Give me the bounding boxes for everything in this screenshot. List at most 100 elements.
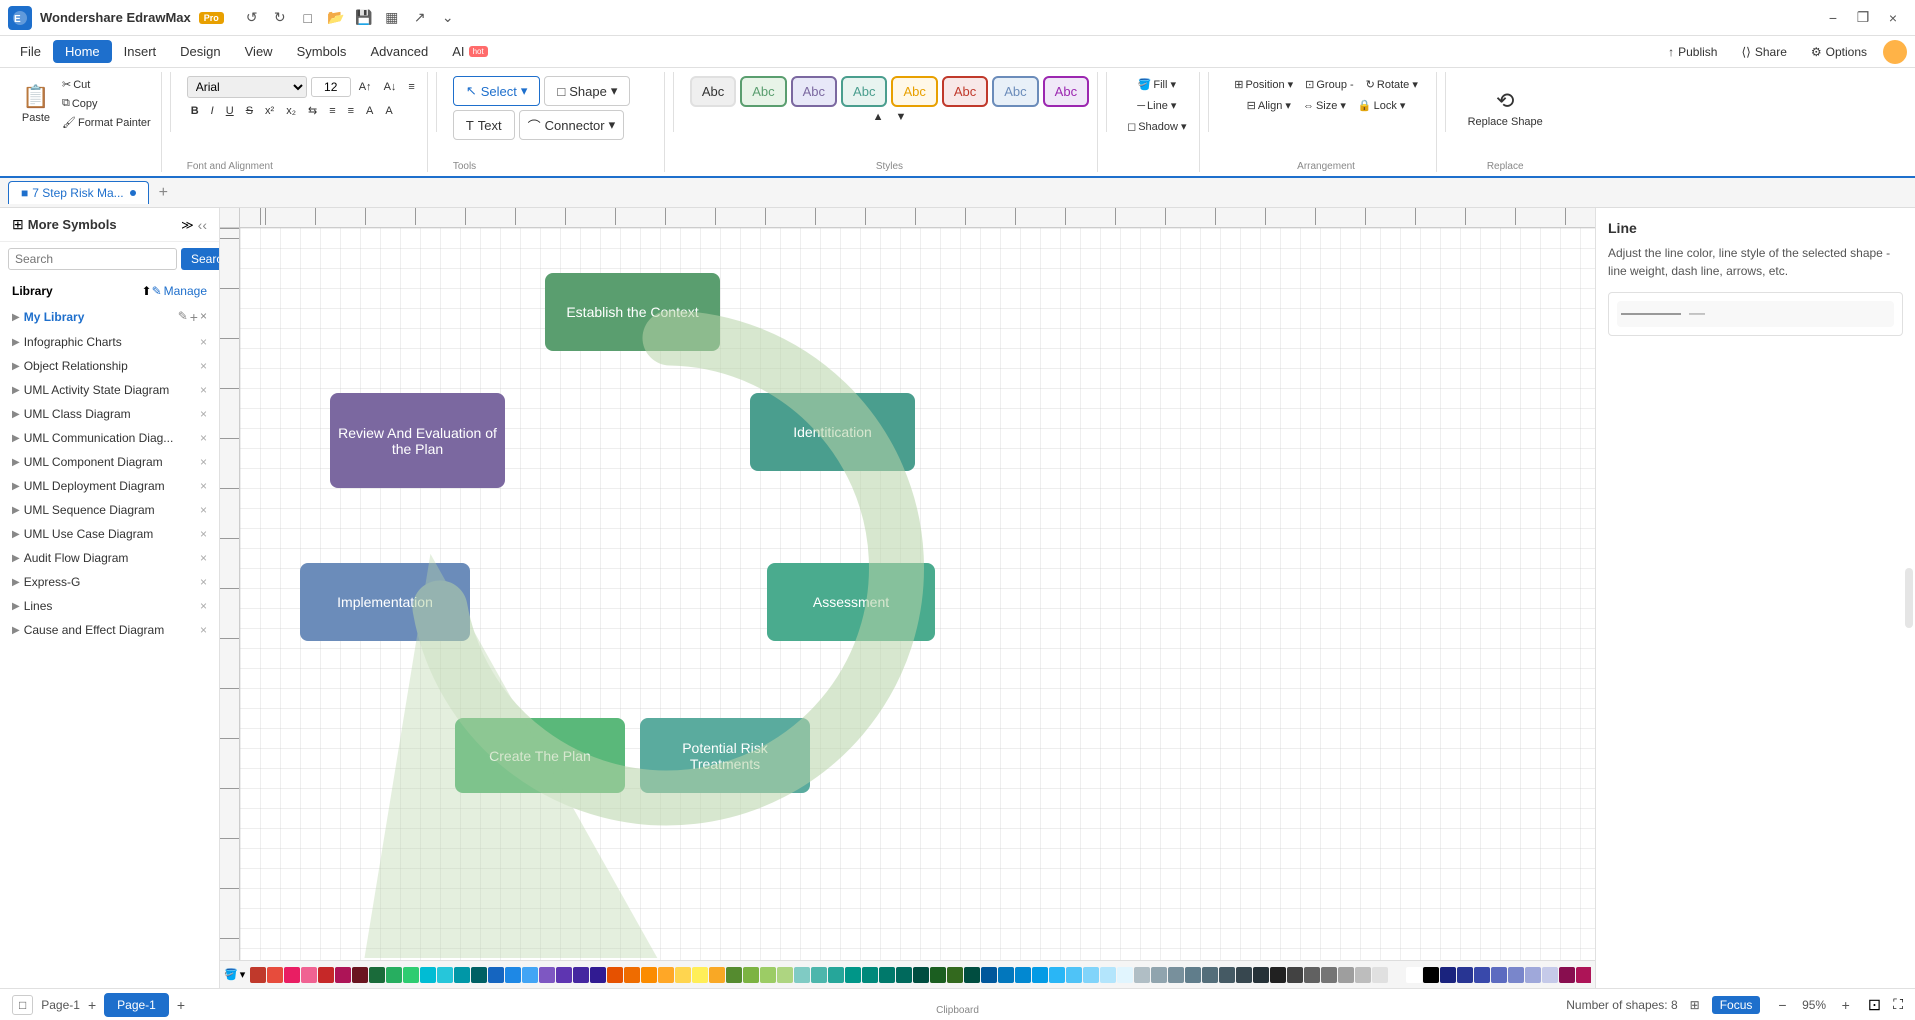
styles-up[interactable]: ▲ [869,109,888,125]
color-swatch[interactable] [1474,967,1490,983]
color-swatch[interactable] [437,967,453,983]
color-swatch[interactable] [930,967,946,983]
color-swatch[interactable] [1457,967,1473,983]
open-button[interactable]: 📂 [324,6,348,30]
close-express-g-icon[interactable]: × [200,575,207,589]
increase-font-button[interactable]: A↑ [355,79,376,95]
color-swatch[interactable] [1100,967,1116,983]
sidebar-item-object-relationship[interactable]: ▶ Object Relationship × [8,354,211,378]
shape-identification[interactable]: Identitication [750,393,915,471]
color-swatch[interactable] [1406,967,1422,983]
avatar[interactable] [1883,40,1907,64]
italic-button[interactable]: I [207,103,218,119]
sidebar-item-uml-class[interactable]: ▶ UML Class Diagram × [8,402,211,426]
color-swatch[interactable] [505,967,521,983]
style-6[interactable]: Abc [942,76,988,107]
color-swatch[interactable] [1049,967,1065,983]
color-swatch[interactable] [1185,967,1201,983]
color-swatch[interactable] [1321,967,1337,983]
font-color-button[interactable]: A [362,103,377,119]
color-swatch[interactable] [1151,967,1167,983]
color-swatch[interactable] [369,967,385,983]
color-swatch[interactable] [1202,967,1218,983]
color-swatch[interactable] [1236,967,1252,983]
canvas-grid[interactable]: Establish the Context Review And Evaluat… [240,228,1595,988]
color-swatch[interactable] [1559,967,1575,983]
close-cause-effect-icon[interactable]: × [200,623,207,637]
paste-button[interactable]: 📋 Paste [14,72,58,136]
color-swatch[interactable] [981,967,997,983]
font-family-select[interactable]: Arial [187,76,307,98]
minimize-button[interactable]: − [1819,4,1847,32]
color-swatch[interactable] [794,967,810,983]
style-5[interactable]: Abc [891,76,937,107]
shape-create-plan[interactable]: Create The Plan [455,718,625,793]
select-button[interactable]: ↖ Select ▾ [453,76,541,106]
sidebar-item-infographic[interactable]: ▶ Infographic Charts × [8,330,211,354]
menu-view[interactable]: View [233,40,285,63]
shape-risk-treatments[interactable]: Potential Risk Treatments [640,718,810,793]
close-object-icon[interactable]: × [200,359,207,373]
color-swatch[interactable] [743,967,759,983]
color-swatch[interactable] [284,967,300,983]
close-uml-usecase-icon[interactable]: × [200,527,207,541]
close-uml-class-icon[interactable]: × [200,407,207,421]
color-swatch[interactable] [624,967,640,983]
color-swatch[interactable] [522,967,538,983]
sidebar-item-express-g[interactable]: ▶ Express-G × [8,570,211,594]
color-swatch[interactable] [1066,967,1082,983]
sidebar-item-uml-deployment[interactable]: ▶ UML Deployment Diagram × [8,474,211,498]
replace-shape-button[interactable]: ⟲ Replace Shape [1462,76,1549,140]
color-swatch[interactable] [658,967,674,983]
color-swatch[interactable] [386,967,402,983]
color-swatch[interactable] [726,967,742,983]
shape-implementation[interactable]: Implementation [300,563,470,641]
sidebar-item-uml-usecase[interactable]: ▶ UML Use Case Diagram × [8,522,211,546]
font-size-input[interactable] [311,77,351,97]
close-button[interactable]: × [1879,4,1907,32]
shape-button[interactable]: □ Shape ▾ [544,76,630,106]
strikethrough-button[interactable]: S [242,103,257,119]
line-button[interactable]: ─ Line ▾ [1133,97,1180,114]
color-swatch[interactable] [607,967,623,983]
color-swatch[interactable] [1168,967,1184,983]
sidebar-item-cause-effect[interactable]: ▶ Cause and Effect Diagram × [8,618,211,642]
color-swatch[interactable] [641,967,657,983]
color-swatch[interactable] [1083,967,1099,983]
color-swatch[interactable] [352,967,368,983]
color-swatch[interactable] [777,967,793,983]
color-swatch[interactable] [1134,967,1150,983]
close-audit-flow-icon[interactable]: × [200,551,207,565]
group-button[interactable]: ⊡ Group - [1301,76,1358,93]
color-swatch[interactable] [1508,967,1524,983]
shadow-button[interactable]: ◻ Shadow ▾ [1123,118,1190,135]
tab-file[interactable]: ■ 7 Step Risk Ma... [8,181,149,204]
restore-button[interactable]: ❐ [1849,4,1877,32]
align-arrange-button[interactable]: ⊟ Align ▾ [1243,97,1295,114]
color-swatch[interactable] [1423,967,1439,983]
save-button[interactable]: 💾 [352,6,376,30]
color-swatch[interactable] [590,967,606,983]
new-button[interactable]: □ [296,6,320,30]
color-swatch[interactable] [811,967,827,983]
text-direction-button[interactable]: ⇆ [304,102,321,119]
color-swatch[interactable] [1576,967,1591,983]
subscript-button[interactable]: x₂ [282,103,300,119]
color-swatch[interactable] [1440,967,1456,983]
close-uml-comm-icon[interactable]: × [200,431,207,445]
fill-button[interactable]: 🪣 Fill ▾ [1134,76,1180,93]
export-button[interactable]: ↗ [408,6,432,30]
color-swatch[interactable] [471,967,487,983]
color-swatch[interactable] [896,967,912,983]
style-8[interactable]: Abc [1043,76,1089,107]
color-swatch[interactable] [403,967,419,983]
color-swatch[interactable] [1219,967,1235,983]
shape-establish-context[interactable]: Establish the Context [545,273,720,351]
manage-button[interactable]: ✎ Manage [152,284,207,298]
color-swatch[interactable] [318,967,334,983]
color-swatch[interactable] [709,967,725,983]
template-button[interactable]: ▦ [380,6,404,30]
color-swatch[interactable] [556,967,572,983]
text-highlight-button[interactable]: A [381,103,396,119]
color-swatch[interactable] [1253,967,1269,983]
